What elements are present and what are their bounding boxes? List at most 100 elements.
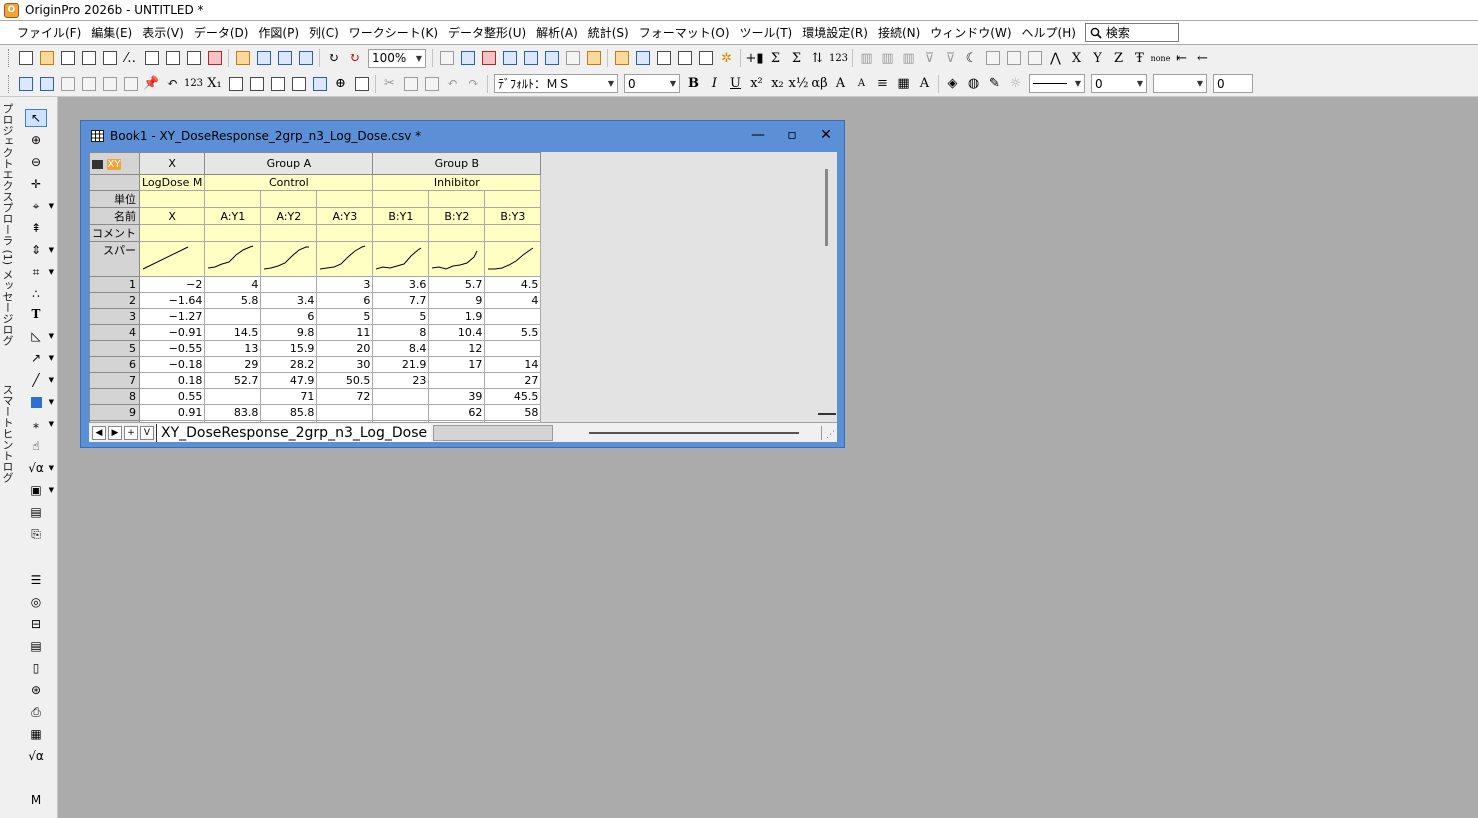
sparkline-cell[interactable] [484,241,542,277]
zoom-in-tool[interactable]: ⊕ [25,131,47,149]
set-as-error-icon[interactable]: Ŧ [1130,48,1149,68]
units-cell[interactable] [428,190,486,208]
extract-icon[interactable] [121,74,140,94]
refresh-icon[interactable] [542,48,561,68]
menu-data[interactable]: データ(D) [189,24,254,41]
data-selector-tool[interactable]: ⇞ [25,219,47,237]
font-name-combo[interactable]: ﾃﾞﾌｫﾙﾄ：ＭＳ ▼ [494,74,618,93]
column-group-header-b[interactable]: Group B [372,152,542,175]
table-row[interactable]: 2 −1.64 5.8 3.4 6 7.7 9 4 [89,292,542,309]
short-name-cell[interactable]: B:Y1 [372,207,430,225]
short-name-cell[interactable]: B:Y2 [428,207,486,225]
pattern-icon[interactable]: ◍ [964,74,983,94]
new-folder-icon[interactable] [37,48,56,68]
horizontal-scrollbar[interactable] [589,432,799,434]
set-as-z-icon[interactable]: Z [1109,48,1128,68]
subscript-icon[interactable]: x₂ [768,74,787,94]
cut-icon[interactable]: ✂ [380,74,399,94]
column-header-x[interactable]: X [138,152,206,175]
data-cell[interactable]: −1.64 [138,292,206,309]
dock-tab-project-explorer[interactable]: プロジェクトエクスプローラ (1) [1,103,15,265]
move-left-icon[interactable]: ← [1193,48,1212,68]
graph-window-icon[interactable] [983,48,1002,68]
new-layout-icon[interactable] [163,48,182,68]
menu-plot[interactable]: 作図(P) [253,24,304,41]
data-cell[interactable]: −0.55 [138,340,206,357]
sort-icon[interactable]: ⇅ [808,48,827,68]
menu-format[interactable]: フォーマット(O) [634,24,735,41]
data-cell[interactable]: 5.7 [428,276,486,293]
data-cell[interactable] [484,340,542,357]
app-center-icon[interactable] [584,48,603,68]
menu-analysis[interactable]: 解析(A) [531,24,583,41]
row-header[interactable]: 4 [89,324,140,341]
mask-tool[interactable]: ⇕ ▼ [25,241,54,259]
row-header[interactable]: 7 [89,372,140,389]
sparkline-cell[interactable] [428,241,486,277]
data-cell[interactable] [204,388,262,405]
comment-cell[interactable] [204,224,262,242]
longname-group-a[interactable]: Control [204,174,374,191]
toolbar-grip[interactable] [8,49,11,67]
duplicate-icon[interactable] [500,48,519,68]
data-cell[interactable]: 5.8 [204,292,262,309]
menu-statistics[interactable]: 統計(S) [583,24,634,41]
undo-icon[interactable]: ↶ [443,74,462,94]
data-cell[interactable]: 0.91 [138,404,206,421]
data-cell[interactable]: 50.5 [316,372,374,389]
data-cell[interactable]: −0.18 [138,356,206,373]
statistics-on-columns-icon[interactable]: Σ [766,48,785,68]
new-function-icon[interactable]: ⁄‥ [121,48,140,68]
comment-cell[interactable] [138,224,206,242]
data-cell[interactable]: 0.18 [138,372,206,389]
row-header[interactable]: 3 [89,308,140,325]
new-matrix-icon[interactable] [100,48,119,68]
data-cell[interactable]: 8.4 [372,340,430,357]
data-cell[interactable]: 1.9 [428,308,486,325]
menu-view[interactable]: 表示(V) [137,24,189,41]
menu-window[interactable]: ウィンドウ(W) [925,24,1016,41]
symbol-combo[interactable]: 0 [1213,74,1253,93]
new-graph-icon[interactable] [79,48,98,68]
sheet-list-button[interactable]: V [140,425,154,440]
layout-tool[interactable]: ☰ [25,571,47,589]
annotation-tool[interactable]: ⁎ ▼ [25,415,54,433]
data-cell[interactable]: 4.5 [484,276,542,293]
worksheet-query-icon[interactable] [310,74,329,94]
brightness-icon[interactable]: ☼ [1006,74,1025,94]
data-cell[interactable]: 4 [484,292,542,309]
add-column-icon[interactable]: +▮ [745,48,764,68]
workbook-window[interactable]: Book1 - XY_DoseResponse_2grp_n3_Log_Dose… [80,120,845,448]
new-project-icon[interactable] [16,48,35,68]
equation-tool[interactable]: √α ▼ [25,459,54,477]
menu-column[interactable]: 列(C) [304,24,344,41]
page-tool[interactable]: ▯ [25,659,47,677]
row-header[interactable]: 2 [89,292,140,309]
data-cell[interactable]: −1.27 [138,308,206,325]
superscript-icon[interactable]: x² [747,74,766,94]
sheet-tab[interactable]: XY_DoseResponse_2grp_n3_Log_Dose [156,423,432,442]
data-cell[interactable]: 39 [428,388,486,405]
short-name-cell[interactable]: A:Y2 [260,207,318,225]
row-header[interactable]: 9 [89,404,140,421]
data-cell[interactable]: 3.4 [260,292,318,309]
bar-plot-icon[interactable]: ▥ [878,48,897,68]
remove-filter-icon[interactable]: ⊽ [941,48,960,68]
data-cell[interactable]: 9.8 [260,324,318,341]
hand-tool[interactable]: ☝ [25,437,47,455]
line-width-combo[interactable]: 0 ▼ [1091,74,1147,93]
new-function-graph-icon[interactable] [184,48,203,68]
line-style-combo[interactable]: ▼ [1029,74,1085,93]
units-cell[interactable] [316,190,374,208]
data-cell[interactable]: 30 [316,356,374,373]
data-cell[interactable]: 14 [484,356,542,373]
supersubscript-icon[interactable]: x½ [789,74,809,94]
data-cell[interactable]: 83.8 [204,404,262,421]
print-icon[interactable] [437,48,456,68]
data-cell[interactable]: 27 [484,372,542,389]
first-sheet-button[interactable]: ◀ [92,425,106,440]
menu-worksheet[interactable]: ワークシート(K) [344,24,443,41]
next-sheet-button[interactable]: ▶ [108,425,122,440]
undo-history-icon[interactable]: ↶ [163,74,182,94]
search-box[interactable]: 検索 [1084,23,1179,42]
